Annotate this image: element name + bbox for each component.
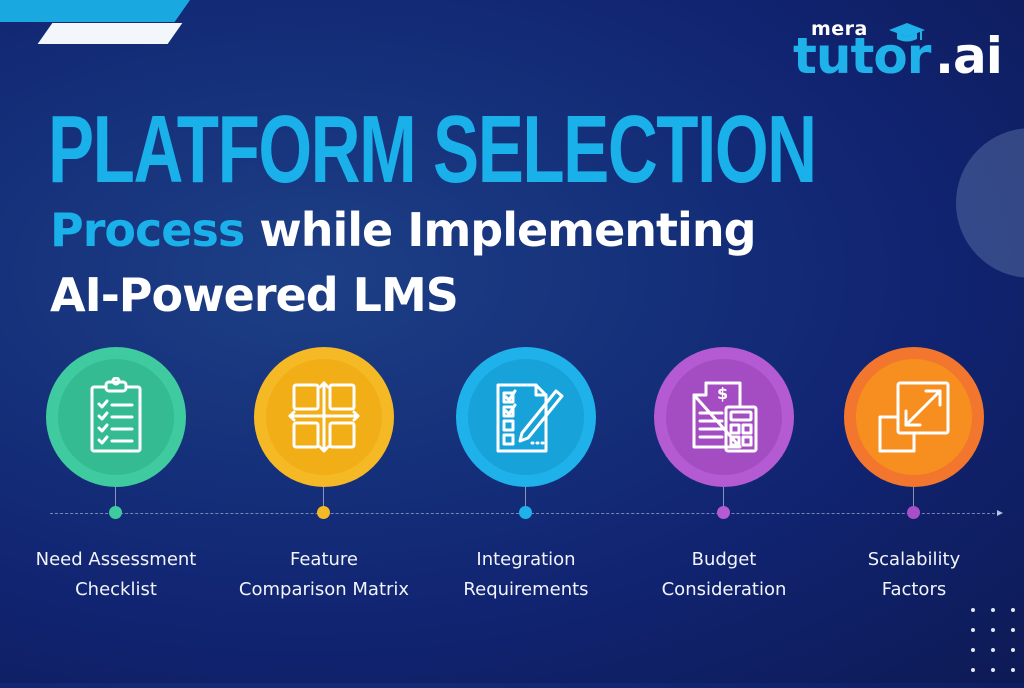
svg-text:$: $: [717, 384, 728, 403]
subtitle-rest: while Implementing: [244, 203, 756, 257]
step-label: Scalability Factors: [867, 549, 961, 600]
decorative-dot-grid: [971, 608, 1024, 688]
checklist-pencil-icon: [496, 383, 564, 453]
step-connector: [723, 487, 724, 507]
step-circle: [456, 347, 596, 487]
step-label: Budget Consideration: [661, 549, 787, 600]
step-connector: [913, 487, 914, 507]
step-connector: [115, 487, 116, 507]
decorative-stripe-blue: [0, 0, 191, 22]
step-connector: [323, 487, 324, 507]
invoice-calculator-icon: $: [692, 381, 758, 453]
step-circle: [254, 347, 394, 487]
decorative-stripe-white: [37, 23, 183, 44]
timeline-dot: [109, 506, 122, 519]
subtitle-accent: Process: [50, 203, 245, 257]
step-circle: [46, 347, 186, 487]
step-label: Integration Requirements: [463, 549, 589, 600]
page-title: PLATFORM SELECTION: [48, 96, 817, 203]
clipboard-checklist-icon: [90, 377, 142, 453]
page-subtitle-line2: AI-Powered LMS: [50, 268, 459, 322]
timeline-dot: [717, 506, 730, 519]
graduation-cap-icon: [889, 23, 925, 42]
brand-logo: mera tutor .ai: [793, 18, 1013, 85]
timeline-dot: [519, 506, 532, 519]
step-circle: [844, 347, 984, 487]
grid-arrows-icon: [288, 381, 360, 453]
resize-scale-icon: [878, 381, 950, 453]
step-circle: $: [654, 347, 794, 487]
page-subtitle-line1: Process while Implementing: [50, 200, 757, 260]
timeline-dot: [907, 506, 920, 519]
timeline-dot: [317, 506, 330, 519]
logo-suffix: .ai: [935, 27, 1003, 85]
decorative-circle: [956, 128, 1024, 278]
step-label: Need Assessment Checklist: [35, 549, 197, 600]
step-connector: [525, 487, 526, 507]
timeline-arrow-icon: [997, 510, 1003, 516]
step-label: Feature Comparison Matrix: [238, 549, 410, 600]
